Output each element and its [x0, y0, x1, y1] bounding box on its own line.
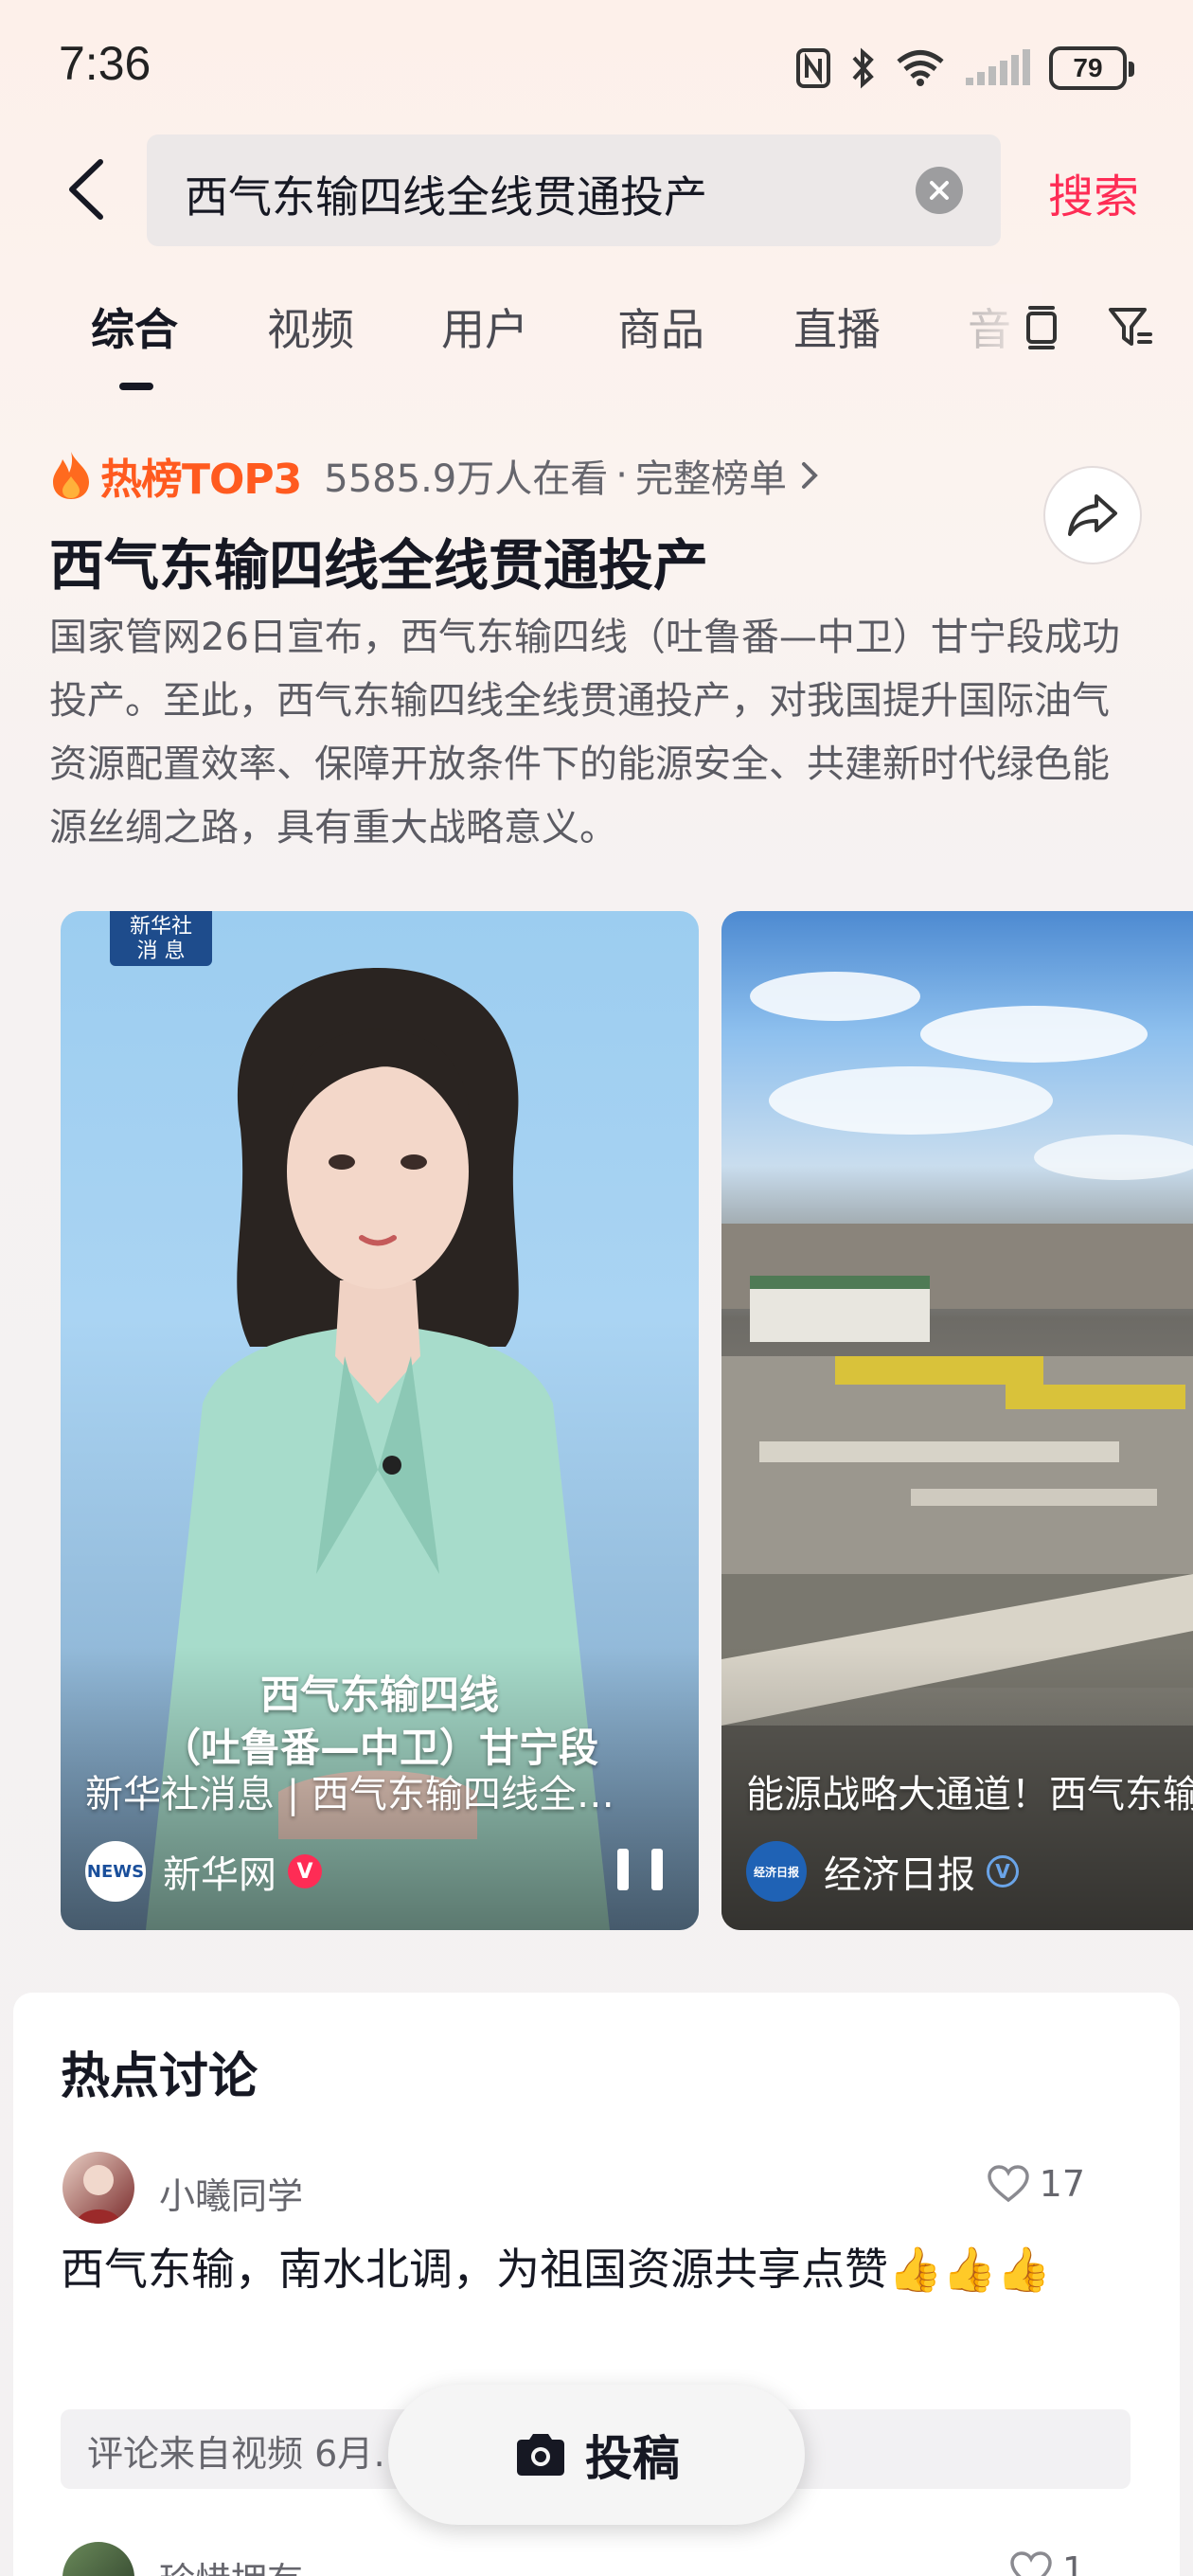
section-title: 热点讨论 [61, 2048, 258, 2105]
tab-live[interactable]: 直播 [793, 295, 881, 358]
like-count: 17 [1039, 2163, 1085, 2205]
topic-title: 西气东输四线全线贯通投产 [49, 533, 709, 598]
video-author[interactable]: 经济日报 经济日报 V [746, 1841, 1019, 1902]
hot-list-header[interactable]: 热榜TOP3 5585.9万人在看 · 完整榜单 [49, 445, 825, 506]
tab-users[interactable]: 用户 [441, 295, 528, 358]
battery-icon: 79 [1049, 46, 1134, 90]
filter-icon [1109, 308, 1152, 346]
author-name: 新华网 [163, 1853, 276, 1897]
bluetooth-icon [852, 47, 874, 89]
author-avatar: 经济日报 [746, 1841, 807, 1902]
viewer-count: 5585.9万人在看 [324, 457, 609, 501]
commenter-avatar[interactable] [62, 2152, 134, 2224]
hot-rank-badge: 热榜TOP3 [100, 456, 302, 504]
share-icon [1068, 494, 1117, 536]
search-submit-button[interactable]: 搜索 [1048, 159, 1139, 225]
comment-like-button[interactable]: 17 [987, 2163, 1085, 2205]
author-name: 经济日报 [824, 1853, 975, 1897]
nfc-icon [796, 48, 830, 88]
search-query-text: 西气东输四线全线贯通投产 [185, 171, 707, 223]
comment-text: 西气东输，南水北调，为祖国资源共享点赞👍👍👍 [61, 2244, 1051, 2295]
verified-badge: V [288, 1854, 322, 1888]
clear-search-button[interactable] [916, 167, 963, 214]
video-card-xinhua[interactable]: 新华社 消 息 西气东输四线 （吐鲁番—中卫）甘宁段 新华社消息 | 西气东输四… [61, 911, 699, 1930]
layout-toggle-button[interactable] [1013, 299, 1070, 356]
filter-button[interactable] [1102, 299, 1159, 356]
video-subtitle: 西气东输四线 （吐鲁番—中卫）甘宁段 [61, 1669, 699, 1775]
status-icons: 79 [795, 42, 1134, 95]
status-time: 7:36 [59, 37, 151, 90]
result-tabs: 综合 视频 用户 商品 直播 音 [0, 284, 1193, 398]
subtitle-line-1: 西气东输四线 [259, 1672, 499, 1718]
chevron-left-icon [69, 159, 103, 220]
comment-like-button[interactable]: 1 [1009, 2549, 1085, 2576]
close-icon [930, 181, 949, 200]
status-bar: 7:36 79 [0, 0, 1193, 133]
back-button[interactable] [47, 152, 123, 227]
separator-dot: · [615, 454, 628, 497]
video-card-economic-daily[interactable]: 能源战略大通道！西气东输 经济日报 经济日报 V [721, 911, 1193, 1930]
tab-products[interactable]: 商品 [617, 295, 704, 358]
pause-button[interactable] [617, 1849, 663, 1894]
wifi-icon [897, 50, 944, 86]
video-carousel: 新华社 消 息 西气东输四线 （吐鲁番—中卫）甘宁段 新华社消息 | 西气东输四… [0, 911, 1193, 1934]
xinhua-logo-text: 新华社 消 息 [129, 915, 192, 963]
active-tab-indicator [119, 383, 153, 390]
like-count: 1 [1061, 2549, 1085, 2576]
video-caption: 能源战略大通道！西气东输 [746, 1773, 1193, 1816]
full-list-link[interactable]: 完整榜单 [635, 448, 787, 503]
avatar-icon [76, 2165, 121, 2224]
search-results-page: 7:36 79 西气东输四线全线贯通投产 搜索 综合 视频 用户 商品 直播 热… [0, 0, 1193, 2576]
search-header: 西气东输四线全线贯通投产 搜索 [0, 133, 1193, 256]
layout-icon [1026, 306, 1057, 349]
fire-icon [53, 452, 89, 499]
topic-description: 国家管网26日宣布，西气东输四线（吐鲁番—中卫）甘宁段成功投产。至此，西气东输四… [49, 616, 1120, 850]
commenter-avatar[interactable] [62, 2542, 134, 2576]
heart-icon [987, 2165, 1029, 2203]
xinhua-news-logo: 新华社 消 息 [110, 911, 212, 966]
pause-icon-bar [617, 1849, 629, 1890]
tab-video[interactable]: 视频 [267, 295, 354, 358]
camera-icon [517, 2434, 564, 2476]
search-input[interactable]: 西气东输四线全线贯通投产 [147, 134, 1001, 246]
tab-comprehensive[interactable]: 综合 [91, 295, 178, 358]
video-author[interactable]: NEWS 新华网 V [85, 1841, 322, 1902]
post-button[interactable]: 投稿 [388, 2385, 805, 2525]
author-avatar: NEWS [85, 1841, 146, 1902]
verified-badge: V [987, 1855, 1019, 1887]
comment-username[interactable]: 小曦同学 [159, 2167, 303, 2219]
heart-icon [1010, 2551, 1052, 2576]
share-button[interactable] [1043, 466, 1142, 564]
chevron-right-icon [801, 462, 818, 489]
signal-icon [966, 49, 1030, 85]
post-button-label: 投稿 [585, 2431, 680, 2486]
pause-icon-bar [651, 1849, 663, 1890]
comment-username[interactable]: 珍惜拥有 [159, 2551, 303, 2576]
video-caption: 新华社消息 | 西气东输四线全… [85, 1773, 614, 1816]
